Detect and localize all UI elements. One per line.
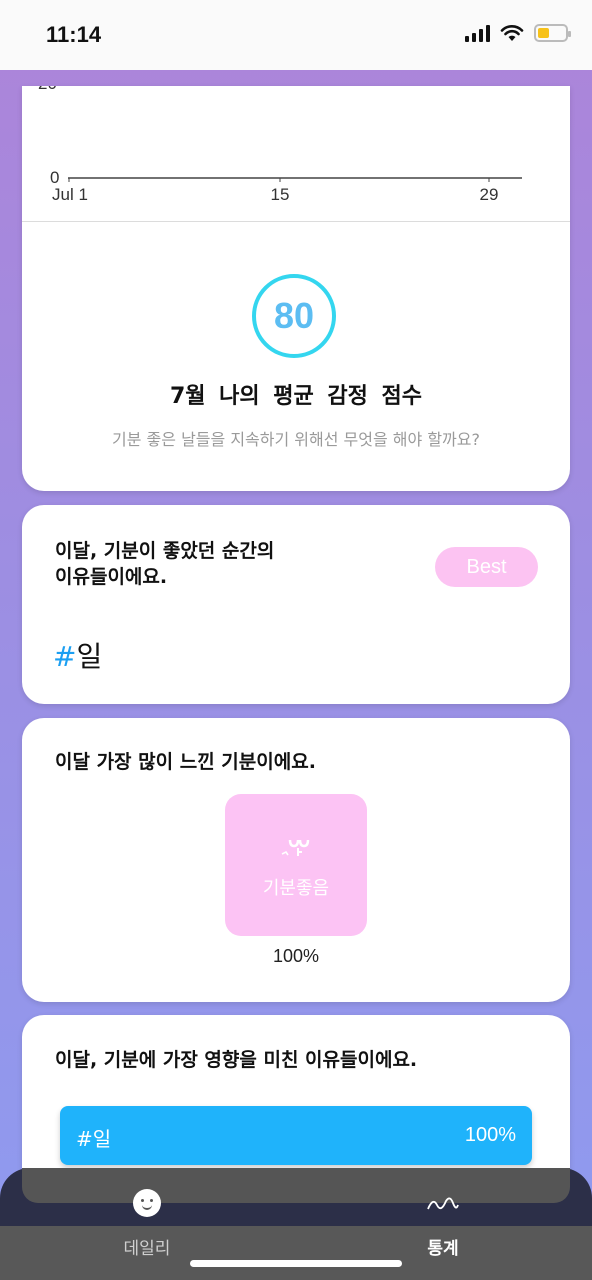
average-score-title: 7월 나의 평균 감정 점수 [169, 384, 423, 409]
hash-symbol: # [53, 640, 77, 673]
divider [22, 221, 570, 222]
status-bar: 11:14 [0, 0, 592, 70]
wifi-icon [500, 25, 524, 41]
monthly-chart-card: 20 0 Jul 1 15 29 80 7월 나의 평균 감정 점수 기분 좋은… [22, 86, 570, 491]
x-label-29: 29 [480, 185, 499, 204]
mood-percent: 100% [272, 946, 320, 966]
tab-stats-label: 통계 [427, 1239, 459, 1259]
stats-wave-icon [427, 1197, 459, 1210]
tab-stats[interactable]: 통계 [368, 1186, 518, 1259]
best-heading-line2: 이유들이에요. [55, 566, 168, 588]
x-label-jul1: Jul 1 [52, 185, 88, 204]
y-tick-20: 20 [38, 86, 57, 93]
tab-daily-label: 데일리 [123, 1239, 171, 1259]
mood-line-chart: 20 0 Jul 1 15 29 [38, 86, 522, 204]
best-reasons-card: 이달, 기분이 좋았던 순간의 이유들이에요. Best #일 [22, 505, 570, 704]
most-felt-mood-card: 이달 가장 많이 느낀 기분이에요. 기분좋음 100% [22, 718, 570, 1002]
reasons-heading: 이달, 기분에 가장 영향을 미친 이유들이에요. [55, 1049, 418, 1071]
best-reason-tag[interactable]: #일 [53, 635, 102, 675]
best-heading-line1: 이달, 기분이 좋았던 순간의 [55, 540, 275, 562]
x-label-15: 15 [271, 185, 290, 204]
happy-face-icon [225, 834, 367, 865]
mood-label: 기분좋음 [262, 878, 330, 899]
average-score-circle: 80 [252, 274, 336, 358]
status-time: 11:14 [46, 22, 102, 47]
best-reasons-heading: 이달, 기분이 좋았던 순간의 이유들이에요. [55, 538, 274, 590]
status-icons [465, 24, 571, 42]
tab-daily[interactable]: 데일리 [72, 1186, 222, 1259]
smile-icon [133, 1189, 161, 1217]
signal-icon [465, 24, 490, 42]
home-indicator[interactable] [190, 1260, 402, 1267]
mood-tile[interactable]: 기분좋음 [225, 794, 367, 936]
reason-bar-tag: #일 [76, 1127, 112, 1151]
battery-icon [534, 24, 571, 42]
best-badge[interactable]: Best [435, 547, 538, 587]
reason-bar[interactable]: #일 100% [60, 1106, 532, 1165]
reason-bar-percent: 100% [464, 1124, 516, 1146]
mood-heading: 이달 가장 많이 느낀 기분이에요. [55, 751, 316, 773]
average-score-subtitle: 기분 좋은 날들을 지속하기 위해선 무엇을 해야 할까요? [112, 430, 480, 449]
best-reason-text: 일 [76, 640, 103, 673]
